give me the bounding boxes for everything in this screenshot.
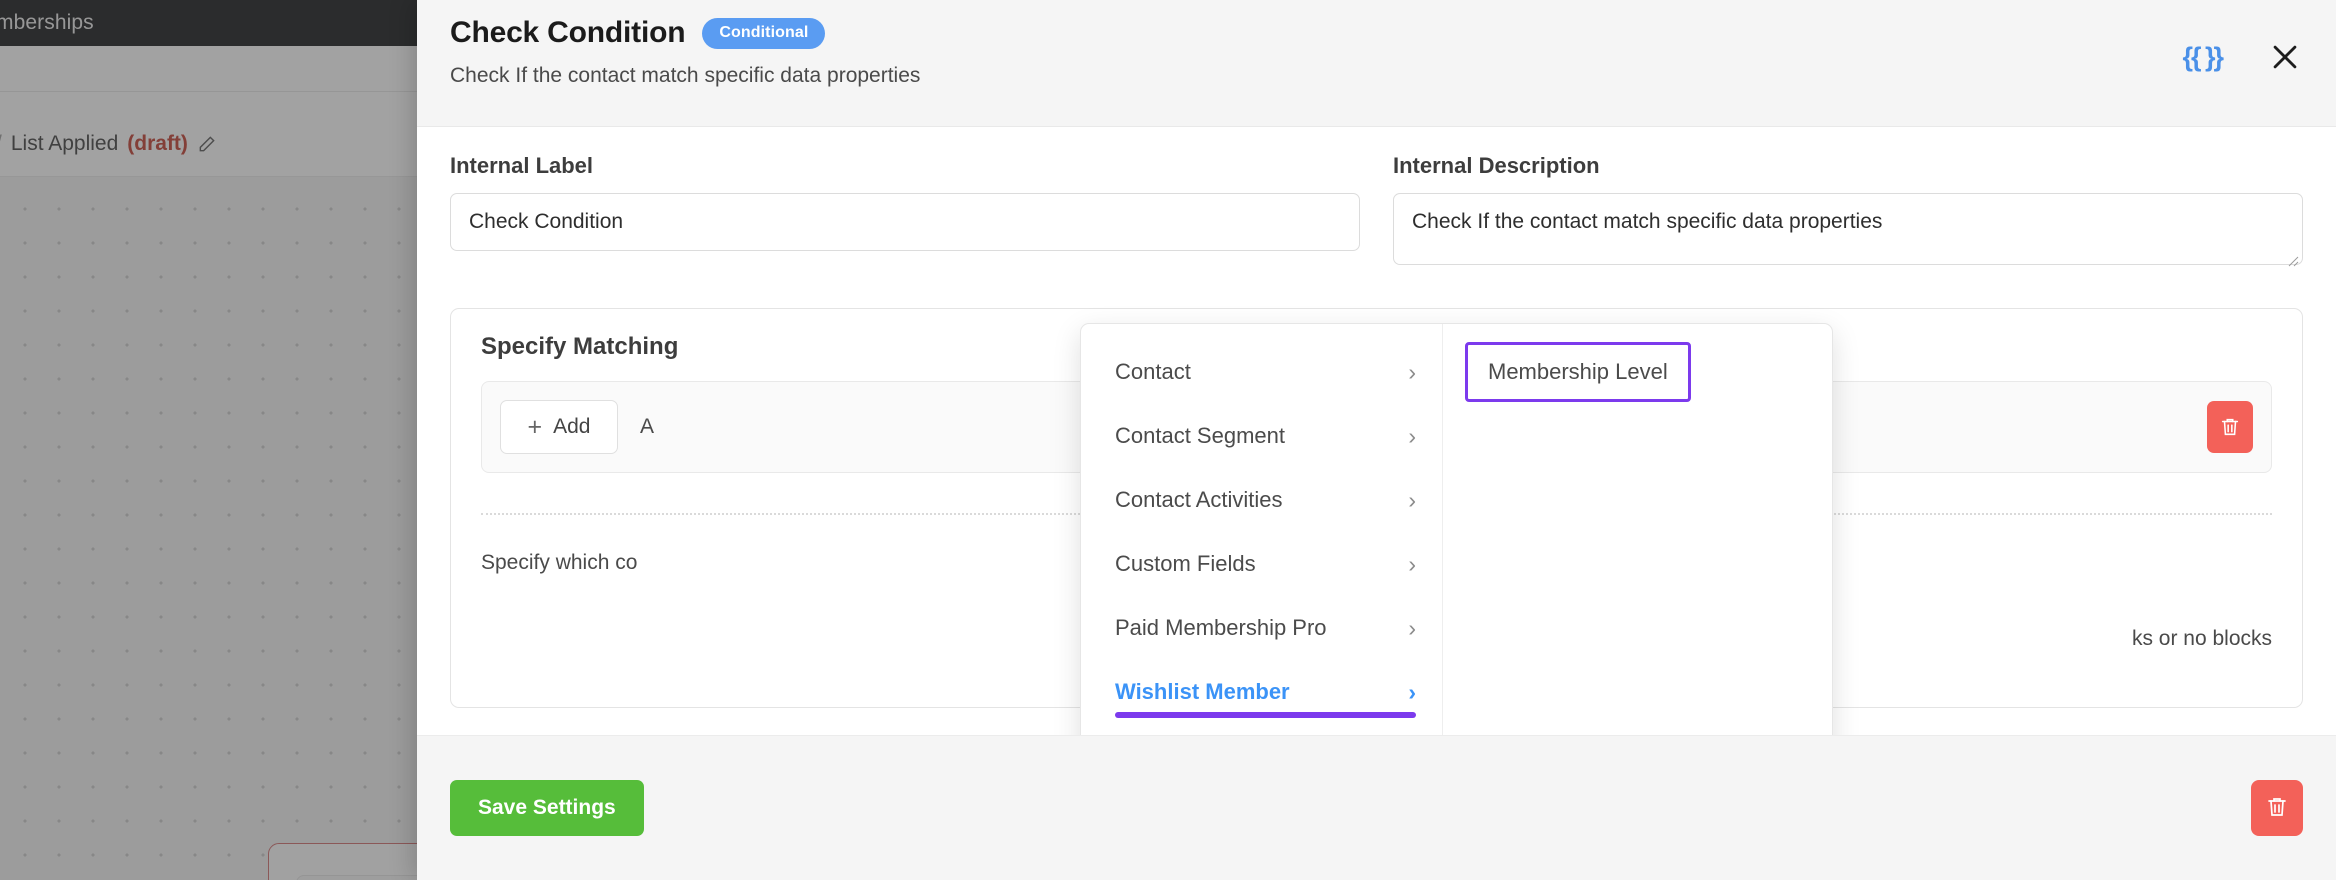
field-picker-dropdown: Contact › Contact Segment › Contact Activiti… xyxy=(1080,323,1833,735)
internal-description-wrap: Check If the contact match specific data… xyxy=(1393,193,2303,270)
breadcrumb-separator: / xyxy=(0,132,2,156)
submenu-item-membership-level[interactable]: Membership Level xyxy=(1465,342,1691,402)
internal-description-caption: Internal Description xyxy=(1393,153,1600,178)
internal-label-input[interactable] xyxy=(450,193,1360,251)
dropdown-item-custom-fields[interactable]: Custom Fields › xyxy=(1081,532,1442,596)
add-condition-button[interactable]: + Add xyxy=(500,400,618,454)
dropdown-item-label: Contact xyxy=(1115,359,1191,384)
and-operator-label: A xyxy=(640,415,655,438)
dropdown-item-wishlist-member[interactable]: Wishlist Member › xyxy=(1081,660,1442,724)
chevron-right-icon: › xyxy=(1408,358,1416,385)
modal-header-actions: {{ }} xyxy=(2182,40,2302,74)
fields-row: Internal Label Internal Description Chec… xyxy=(450,153,2303,270)
page-title: Check Condition xyxy=(450,16,686,49)
chevron-right-icon: › xyxy=(1408,678,1416,705)
delete-condition-row-button[interactable] xyxy=(2207,401,2253,453)
dropdown-item-contact-segment[interactable]: Contact Segment › xyxy=(1081,404,1442,468)
dropdown-item-contact[interactable]: Contact › xyxy=(1081,340,1442,404)
dropdown-item-label: Wishlist Member xyxy=(1115,679,1290,704)
plus-icon: + xyxy=(527,412,543,441)
breadcrumb-draft-badge: (draft) xyxy=(127,132,188,155)
close-icon[interactable] xyxy=(2268,40,2302,74)
background-secondary-bar xyxy=(0,46,420,92)
internal-description-textarea[interactable]: Check If the contact match specific data… xyxy=(1393,193,2303,265)
active-item-underline xyxy=(1115,712,1416,718)
status-badge: Conditional xyxy=(702,17,826,49)
dropdown-item-paid-membership-pro[interactable]: Paid Membership Pro › xyxy=(1081,596,1442,660)
trash-icon xyxy=(2219,415,2241,439)
modal-subtitle: Check If the contact match specific data… xyxy=(450,64,921,87)
modal-body: Internal Label Internal Description Chec… xyxy=(417,127,2336,735)
workflow-node-inner-box xyxy=(296,875,420,880)
chevron-right-icon: › xyxy=(1408,550,1416,577)
internal-description-group: Internal Description Check If the contac… xyxy=(1393,153,2303,270)
breadcrumb: / List Applied (draft) xyxy=(0,124,420,164)
dropdown-item-label: Contact Activities xyxy=(1115,487,1283,512)
dropdown-item-rcp[interactable]: RCP› xyxy=(1081,724,1442,735)
pencil-icon[interactable] xyxy=(197,134,217,154)
app-topbar-title: mberships xyxy=(0,11,94,34)
modal-footer: Save Settings xyxy=(417,735,2336,880)
add-condition-label: Add xyxy=(553,415,591,438)
app-topbar: mberships xyxy=(0,0,420,46)
dropdown-item-contact-activities[interactable]: Contact Activities › xyxy=(1081,468,1442,532)
delete-block-button[interactable] xyxy=(2251,780,2303,836)
dropdown-item-label: Contact Segment xyxy=(1115,423,1285,448)
hint-visible-tail: ks or no blocks xyxy=(2131,627,2272,650)
breadcrumb-workflow-name: List Applied xyxy=(10,132,119,155)
merge-tags-icon[interactable]: {{ }} xyxy=(2182,42,2224,73)
modal-header: Check Condition Conditional Check If the… xyxy=(417,0,2336,127)
save-button[interactable]: Save Settings xyxy=(450,780,644,836)
dropdown-category-list: Contact › Contact Segment › Contact Activiti… xyxy=(1081,324,1443,735)
hint-visible-head: Specify which co xyxy=(481,551,638,574)
internal-label-group: Internal Label xyxy=(450,153,1360,270)
dropdown-item-label: Paid Membership Pro xyxy=(1115,615,1327,640)
internal-label-caption: Internal Label xyxy=(450,153,594,178)
dropdown-item-label: Custom Fields xyxy=(1115,551,1256,576)
dropdown-submenu-panel: Membership Level xyxy=(1443,324,1832,735)
chevron-right-icon: › xyxy=(1408,486,1416,513)
chevron-right-icon: › xyxy=(1408,614,1416,641)
chevron-right-icon: › xyxy=(1408,422,1416,449)
workflow-canvas-background: mberships / List Applied (draft) xyxy=(0,0,420,880)
trash-icon xyxy=(2265,794,2289,823)
modal-title-row: Check Condition Conditional xyxy=(450,16,2336,50)
check-condition-modal: Check Condition Conditional Check If the… xyxy=(417,0,2336,880)
